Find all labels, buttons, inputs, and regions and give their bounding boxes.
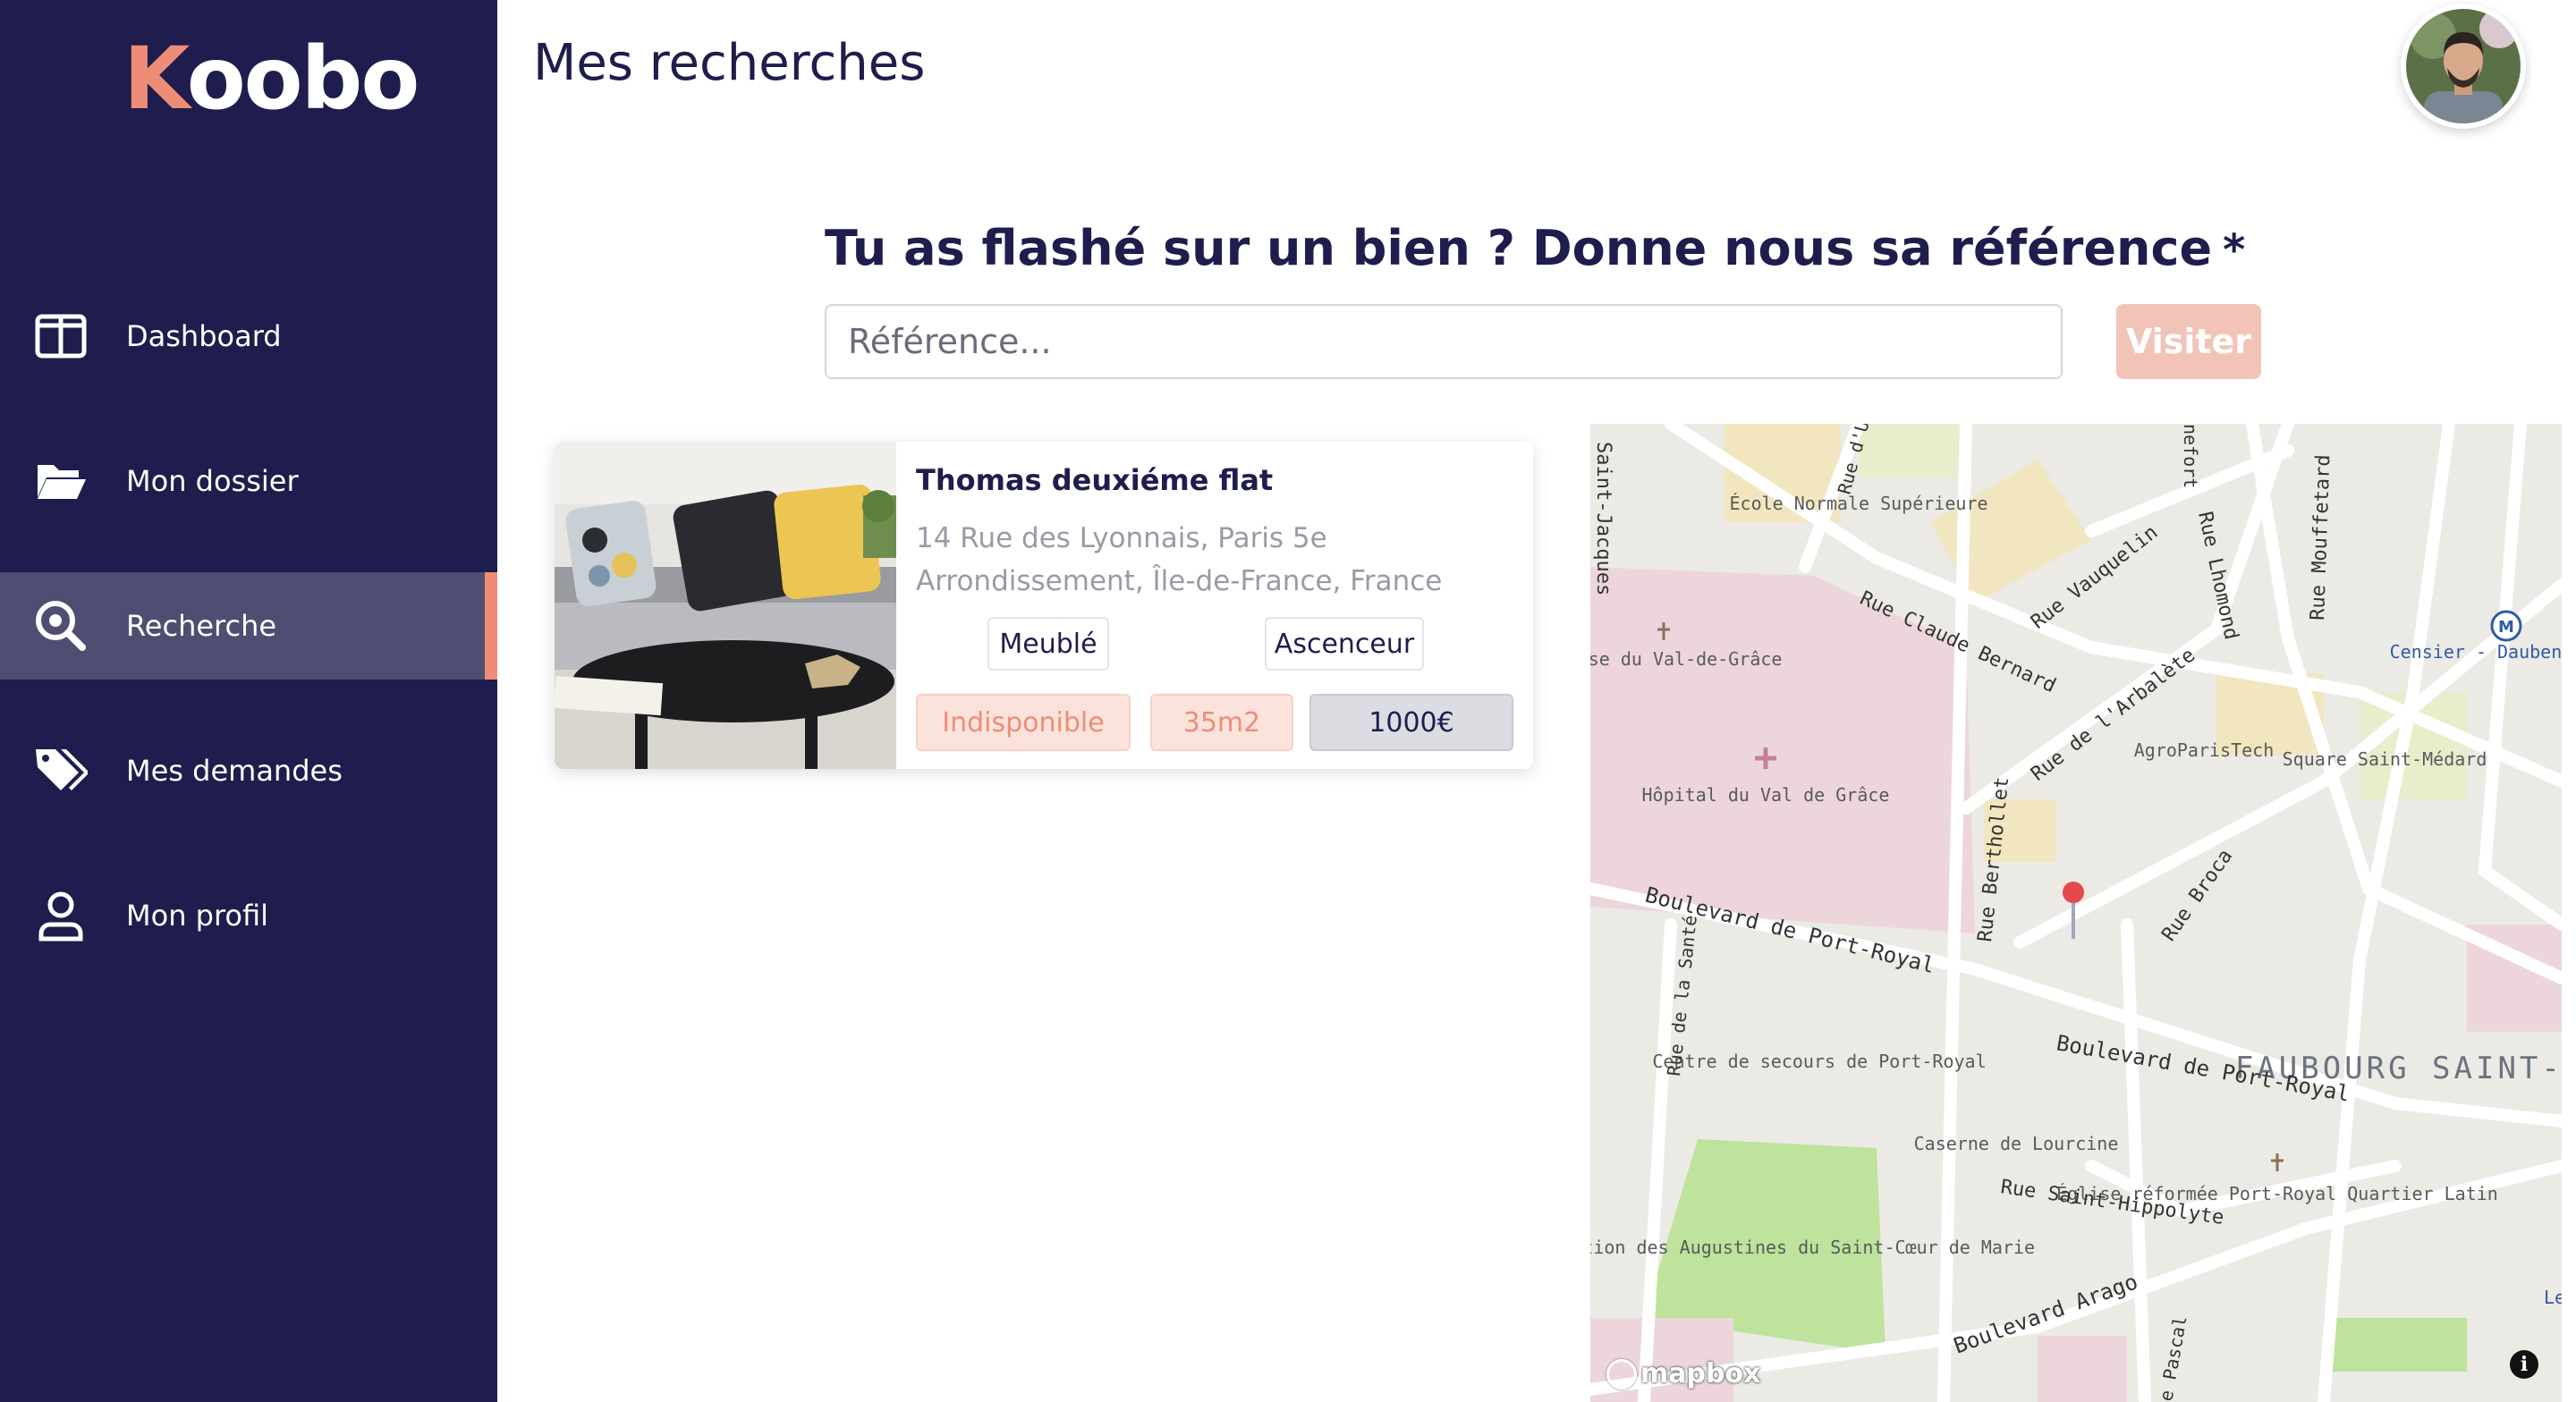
sidebar-item-label: Mes demandes [126, 754, 343, 788]
sidebar-item-recherche[interactable]: Recherche [0, 572, 497, 680]
required-marker: * [2223, 225, 2246, 275]
sidebar-item-mon-profil[interactable]: Mon profil [0, 862, 497, 969]
search-icon [34, 599, 88, 653]
folder-icon [34, 454, 88, 508]
map-label: Congrégation des Augustines du Saint-Cœu… [1590, 1237, 2035, 1258]
map-label: Les [2544, 1287, 2562, 1308]
feature-tag: Ascenceur [1265, 617, 1424, 671]
user-avatar-image [2406, 9, 2521, 123]
metro-icon: M [2490, 610, 2522, 642]
dashboard-icon [34, 309, 88, 363]
sidebar-item-label: Mon dossier [126, 464, 299, 498]
avatar[interactable] [2401, 4, 2526, 129]
sidebar-item-dashboard[interactable]: Dashboard [0, 283, 497, 390]
map-label: Caserne de Lourcine [1914, 1133, 2119, 1154]
property-image [555, 442, 896, 769]
mapbox-attribution[interactable]: mapbox [1606, 1358, 1760, 1389]
map-label: École Normale Supérieure [1730, 493, 1988, 514]
map-label: AgroParisTech [2134, 739, 2275, 761]
user-icon [34, 889, 88, 942]
page-title: Mes recherches [533, 34, 926, 92]
price-badge: 1000€ [1309, 694, 1513, 751]
map-canvas[interactable]: École Normale Supérieure Église du Val-d… [1590, 424, 2562, 1402]
surface-badge: 35m2 [1150, 694, 1293, 751]
street-label: Saint-Jacques [1592, 442, 1614, 595]
map-label: Hôpital du Val de Grâce [1642, 784, 1890, 806]
map[interactable]: École Normale Supérieure Église du Val-d… [1590, 424, 2562, 1402]
property-address: 14 Rue des Lyonnais, Paris 5e Arrondisse… [916, 522, 1443, 597]
map-info-icon[interactable]: i [2510, 1350, 2538, 1379]
feature-tag: Meublé [987, 617, 1109, 671]
property-title: Thomas deuxiéme flat [916, 463, 1274, 497]
map-label: Square Saint-Médard [2283, 748, 2487, 770]
reference-input[interactable] [825, 304, 2063, 379]
sidebar-item-label: Mon profil [126, 899, 269, 933]
mapbox-logo-icon [1606, 1358, 1637, 1389]
koobo-logo[interactable]: Koobo [123, 36, 419, 122]
sidebar: Koobo Dashboard Mon dossier Recherche Me… [0, 0, 497, 1402]
sidebar-item-mon-dossier[interactable]: Mon dossier [0, 427, 497, 535]
sidebar-item-label: Dashboard [126, 319, 282, 353]
svg-text:M: M [2498, 618, 2514, 637]
status-badge: Indisponible [916, 694, 1131, 751]
map-label: Église du Val-de-Grâce [1590, 648, 1782, 670]
street-label: nefort [2180, 424, 2201, 488]
sidebar-item-label: Recherche [126, 609, 277, 643]
map-label: Censier - Daubenton [2390, 641, 2562, 663]
sidebar-item-mes-demandes[interactable]: Mes demandes [0, 717, 497, 824]
visit-button[interactable]: Visiter [2116, 304, 2261, 379]
property-card[interactable]: Thomas deuxiéme flat 14 Rue des Lyonnais… [555, 442, 1533, 769]
tags-icon [34, 744, 88, 798]
map-label: Centre de secours de Port-Royal [1652, 1051, 1986, 1072]
reference-title: Tu as flashé sur un bien ? Donne nous sa… [825, 220, 2246, 276]
